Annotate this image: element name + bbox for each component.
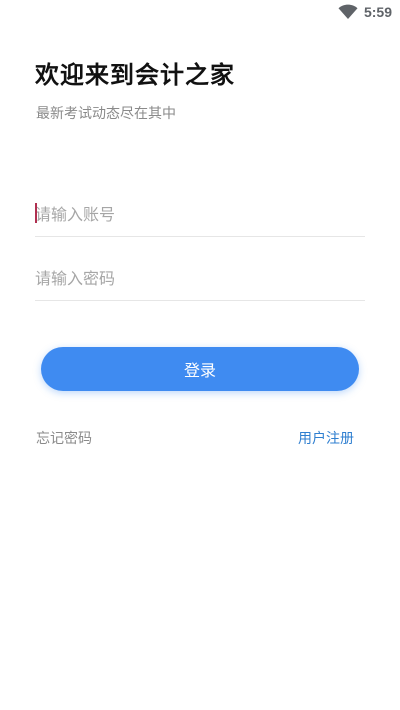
- status-bar: 5:59: [0, 0, 400, 24]
- page-title: 欢迎来到会计之家: [35, 61, 235, 89]
- account-field: [35, 196, 365, 237]
- password-field: [35, 260, 365, 301]
- account-input[interactable]: [35, 196, 365, 232]
- text-cursor: [35, 203, 37, 223]
- register-link[interactable]: 用户注册: [298, 429, 354, 449]
- password-input[interactable]: [35, 260, 365, 296]
- forgot-password-link[interactable]: 忘记密码: [36, 429, 92, 449]
- login-screen: 5:59 欢迎来到会计之家 最新考试动态尽在其中 登录 忘记密码 用户注册: [0, 0, 400, 710]
- status-time: 5:59: [363, 4, 392, 20]
- page-subtitle: 最新考试动态尽在其中: [36, 106, 176, 122]
- login-button[interactable]: 登录: [41, 347, 359, 391]
- wifi-icon: [338, 4, 358, 19]
